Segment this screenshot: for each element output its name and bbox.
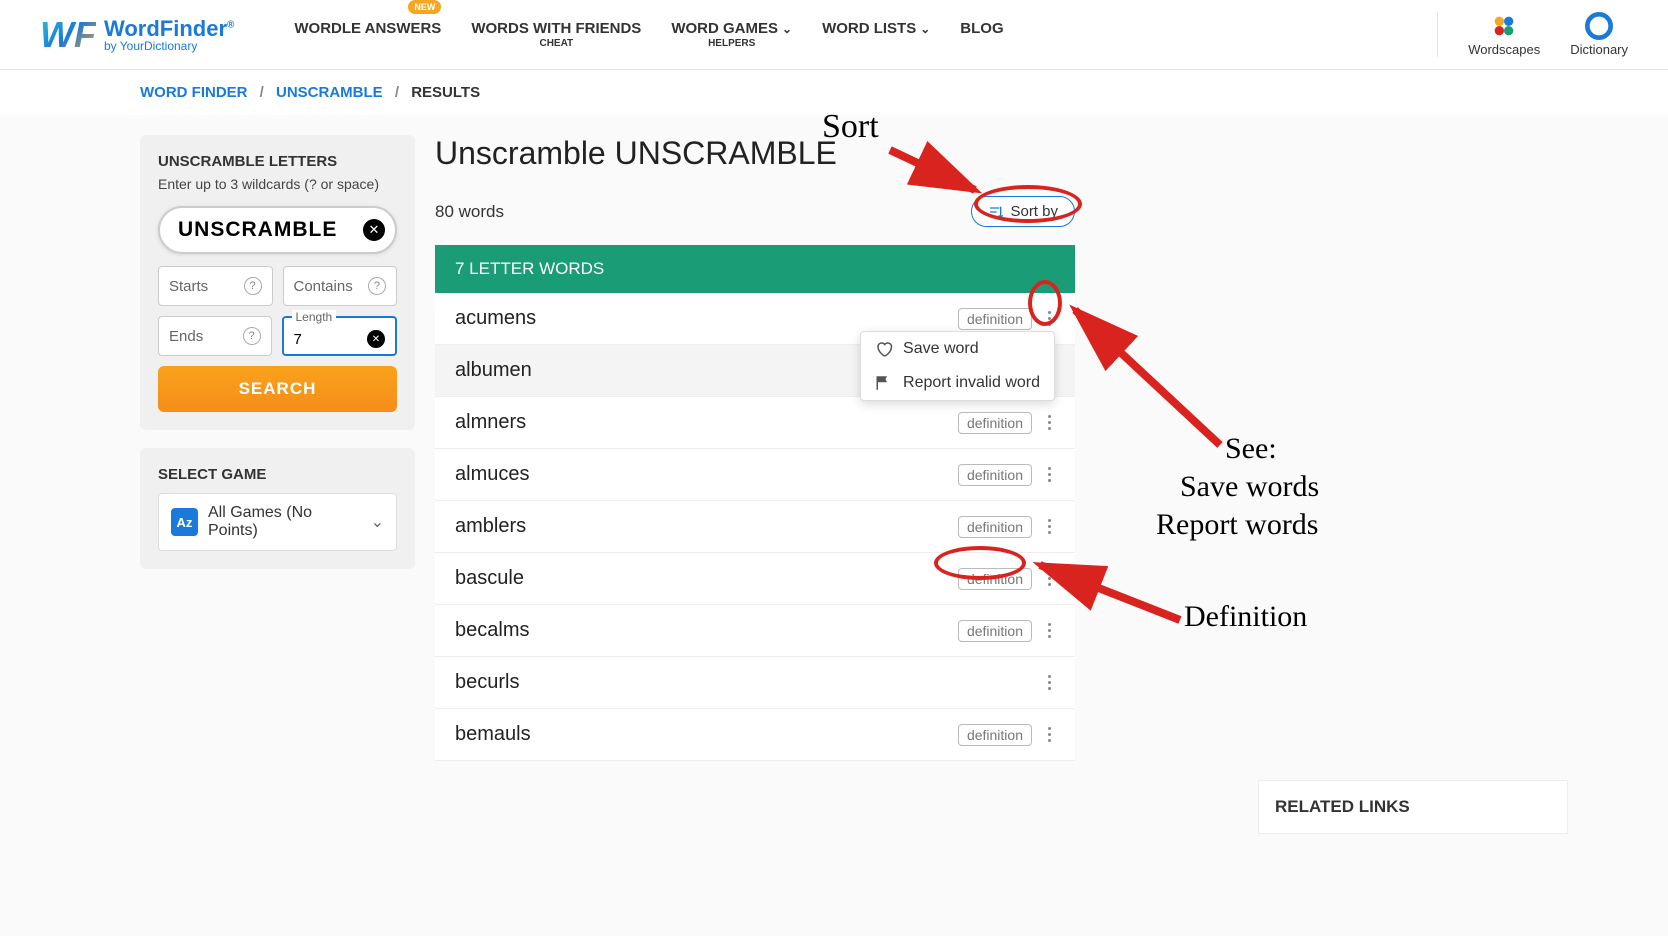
clear-icon[interactable]: ✕	[363, 219, 385, 241]
word-row: becurls	[435, 657, 1075, 709]
nav-wordle-answers[interactable]: NEW WORDLE ANSWERS	[294, 20, 441, 50]
logo-mark: WF	[40, 14, 96, 56]
filter-starts[interactable]: Starts ?	[158, 266, 273, 306]
word-text[interactable]: albumen	[455, 359, 532, 382]
word-text[interactable]: acumens	[455, 307, 536, 330]
page-title: Unscramble UNSCRAMBLE	[435, 135, 1075, 172]
definition-button[interactable]: definition	[958, 620, 1032, 642]
row-actions: definition	[958, 411, 1055, 434]
sort-icon	[988, 204, 1004, 220]
word-text[interactable]: almners	[455, 411, 526, 434]
dictionary-link[interactable]: Dictionary	[1570, 12, 1628, 57]
word-text[interactable]: amblers	[455, 515, 526, 538]
row-actions: definition	[958, 307, 1055, 330]
definition-button[interactable]: definition	[958, 516, 1032, 538]
wordscapes-icon	[1490, 12, 1518, 40]
logo-text: WordFinder® by YourDictionary	[104, 18, 234, 52]
breadcrumb: WORD FINDER / UNSCRAMBLE / RESULTS	[0, 70, 1668, 115]
search-button[interactable]: SEARCH	[158, 366, 397, 412]
word-row: acumensdefinitionSave wordReport invalid…	[435, 293, 1075, 345]
word-row: almners definition	[435, 397, 1075, 449]
kebab-icon[interactable]	[1044, 411, 1055, 434]
chevron-down-icon: ⌄	[371, 512, 384, 532]
flag-icon	[875, 374, 893, 392]
word-list: acumensdefinitionSave wordReport invalid…	[435, 293, 1075, 761]
nav-words-with-friends[interactable]: WORDS WITH FRIENDS CHEAT	[471, 20, 641, 50]
help-icon[interactable]: ?	[243, 327, 261, 345]
related-links-card: RELATED LINKS	[1258, 780, 1568, 834]
row-actions: definition	[958, 463, 1055, 486]
kebab-icon[interactable]	[1044, 307, 1055, 330]
definition-button[interactable]: definition	[958, 412, 1032, 434]
word-row: bemauls definition	[435, 709, 1075, 761]
word-menu-popup: Save wordReport invalid word	[860, 331, 1055, 401]
kebab-icon[interactable]	[1044, 671, 1055, 694]
related-links-title: RELATED LINKS	[1275, 797, 1551, 817]
game-select[interactable]: Az All Games (No Points) ⌄	[158, 493, 397, 551]
letters-input[interactable]	[178, 218, 351, 242]
sort-by-button[interactable]: Sort by	[971, 196, 1075, 227]
kebab-icon[interactable]	[1044, 723, 1055, 746]
report-word-item[interactable]: Report invalid word	[861, 366, 1054, 400]
definition-button[interactable]: definition	[958, 464, 1032, 486]
help-icon[interactable]: ?	[244, 277, 262, 295]
unscramble-hint: Enter up to 3 wildcards (? or space)	[158, 176, 397, 192]
header: WF WordFinder® by YourDictionary NEW WOR…	[0, 0, 1668, 70]
word-text[interactable]: almuces	[455, 463, 529, 486]
select-game-card: SELECT GAME Az All Games (No Points) ⌄	[140, 448, 415, 569]
word-row: bascule definition	[435, 553, 1075, 605]
word-row: amblers definition	[435, 501, 1075, 553]
kebab-icon[interactable]	[1044, 619, 1055, 642]
heart-icon	[875, 340, 893, 358]
sidebar: UNSCRAMBLE LETTERS Enter up to 3 wildcar…	[140, 135, 415, 761]
definition-button[interactable]: definition	[958, 568, 1032, 590]
row-actions: definition	[958, 567, 1055, 590]
breadcrumb-unscramble[interactable]: UNSCRAMBLE	[276, 84, 383, 101]
filter-contains[interactable]: Contains ?	[283, 266, 398, 306]
game-value: All Games (No Points)	[208, 504, 361, 540]
clear-icon[interactable]: ✕	[367, 330, 385, 348]
dictionary-icon	[1585, 12, 1613, 40]
breadcrumb-word-finder[interactable]: WORD FINDER	[140, 84, 248, 101]
game-icon: Az	[171, 508, 198, 536]
help-icon[interactable]: ?	[368, 277, 386, 295]
results-main: Unscramble UNSCRAMBLE 80 words Sort by 7…	[435, 135, 1075, 761]
chevron-down-icon: ⌄	[920, 22, 930, 36]
row-actions: definition	[958, 723, 1055, 746]
save-word-item[interactable]: Save word	[861, 332, 1054, 366]
nav-word-lists[interactable]: WORD LISTS⌄	[822, 20, 930, 50]
row-actions: definition	[958, 515, 1055, 538]
word-text[interactable]: bemauls	[455, 723, 531, 746]
group-header: 7 LETTER WORDS	[435, 245, 1075, 293]
result-count: 80 words	[435, 202, 504, 222]
filter-ends[interactable]: Ends ?	[158, 316, 272, 356]
select-game-title: SELECT GAME	[158, 466, 397, 483]
word-row: becalms definition	[435, 605, 1075, 657]
word-row: almuces definition	[435, 449, 1075, 501]
word-text[interactable]: becalms	[455, 619, 529, 642]
kebab-icon[interactable]	[1044, 515, 1055, 538]
filter-length[interactable]: Length ✕	[282, 316, 398, 356]
top-nav: NEW WORDLE ANSWERS WORDS WITH FRIENDS CH…	[294, 20, 1437, 50]
letters-input-wrap: ✕	[158, 206, 397, 254]
breadcrumb-current: RESULTS	[411, 84, 480, 101]
kebab-icon[interactable]	[1044, 463, 1055, 486]
wordscapes-link[interactable]: Wordscapes	[1468, 12, 1540, 57]
nav-blog[interactable]: BLOG	[960, 20, 1003, 50]
definition-button[interactable]: definition	[958, 724, 1032, 746]
chevron-down-icon: ⌄	[782, 22, 792, 36]
row-actions: definition	[958, 619, 1055, 642]
nav-word-games[interactable]: WORD GAMES⌄ HELPERS	[671, 20, 792, 50]
logo[interactable]: WF WordFinder® by YourDictionary	[40, 14, 234, 56]
word-text[interactable]: becurls	[455, 671, 519, 694]
header-right: Wordscapes Dictionary	[1437, 12, 1628, 57]
unscramble-card: UNSCRAMBLE LETTERS Enter up to 3 wildcar…	[140, 135, 415, 430]
kebab-icon[interactable]	[1044, 567, 1055, 590]
row-actions	[1044, 671, 1055, 694]
word-text[interactable]: bascule	[455, 567, 524, 590]
definition-button[interactable]: definition	[958, 308, 1032, 330]
unscramble-title: UNSCRAMBLE LETTERS	[158, 153, 397, 170]
new-badge: NEW	[408, 0, 441, 14]
length-input[interactable]	[294, 331, 368, 348]
